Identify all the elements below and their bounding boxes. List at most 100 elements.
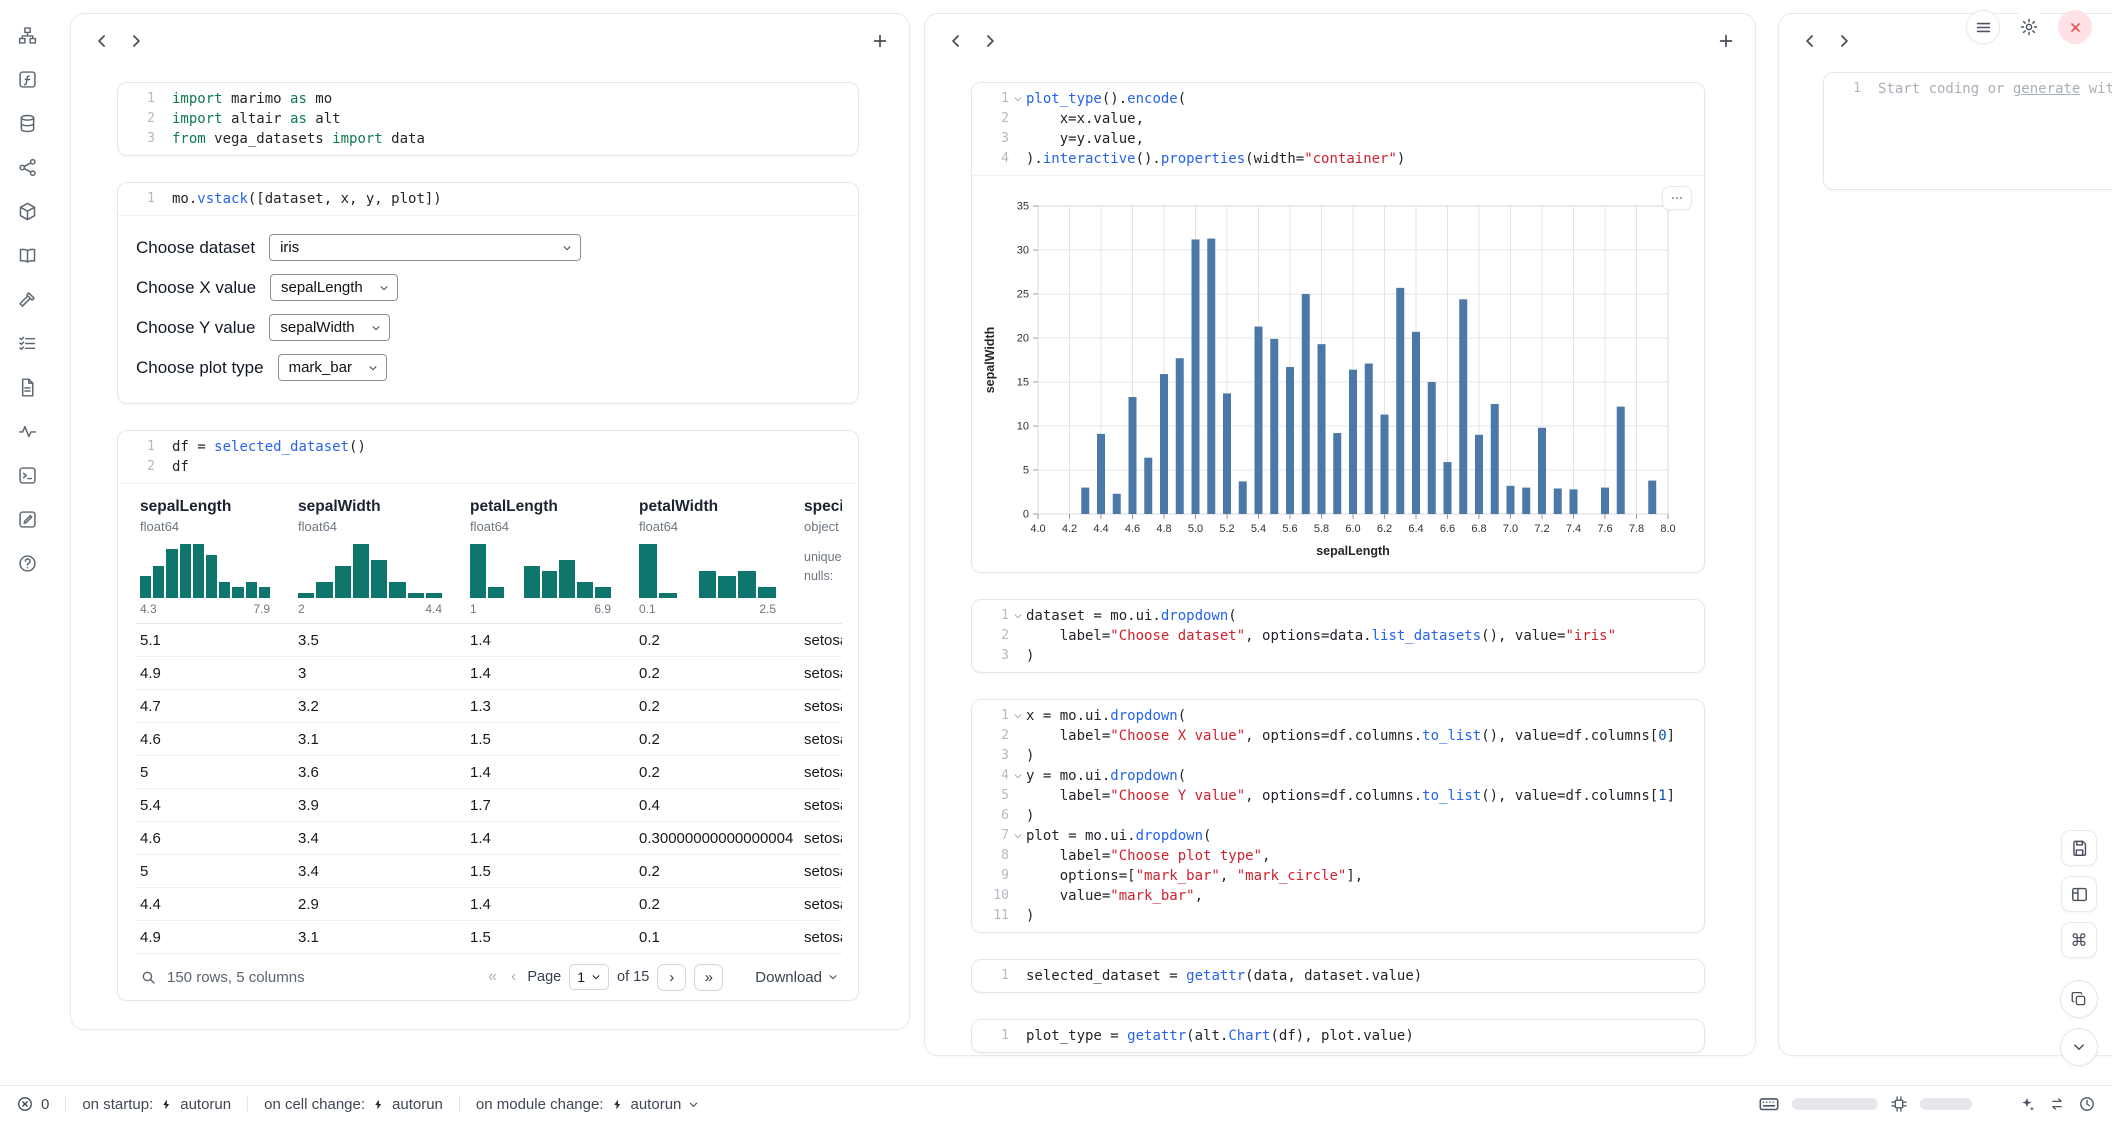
code-line[interactable]: 3 y=y.value, [972, 129, 1696, 149]
runtime-on-module-change[interactable]: on module change: autorun [476, 1096, 699, 1113]
sidebar-pen-square-button[interactable] [12, 504, 42, 534]
settings-button[interactable] [2012, 10, 2046, 44]
search-icon[interactable] [140, 969, 157, 986]
last-page-button[interactable]: » [694, 964, 723, 991]
panel-layout-button[interactable] [2061, 876, 2097, 912]
notebook-cell-plot_type[interactable]: 1plot_type = getattr(alt.Chart(df), plot… [971, 1019, 1705, 1053]
column-move-right-button[interactable] [121, 26, 151, 56]
code-line[interactable]: 1selected_dataset = getattr(data, datase… [972, 966, 1696, 986]
code-line[interactable]: 1plot_type = getattr(alt.Chart(df), plot… [972, 1026, 1696, 1046]
sidebar-activity-button[interactable] [12, 416, 42, 446]
column-histogram[interactable] [140, 544, 284, 598]
notebook-cell-vstack[interactable]: 1mo.vstack([dataset, x, y, plot])Choose … [117, 182, 859, 404]
table-row[interactable]: 53.41.50.2setosa [136, 855, 842, 888]
first-page-button[interactable]: « [485, 968, 500, 986]
choose-plot-type-select[interactable]: mark_bar [278, 354, 387, 381]
code-editor[interactable]: 1df = selected_dataset()2df [118, 431, 858, 483]
sidebar-hammer-button[interactable] [12, 284, 42, 314]
empty-code-cell[interactable]: 1 Start coding or generate with AI. [1823, 72, 2112, 190]
code-editor[interactable]: 1plot_type().encode(2 x=x.value,3 y=y.va… [972, 83, 1704, 175]
sidebar-book-open-button[interactable] [12, 240, 42, 270]
table-row[interactable]: 4.63.11.50.2setosa [136, 723, 842, 756]
table-row[interactable]: 5.13.51.40.2setosa [136, 624, 842, 657]
keyboard-icon[interactable] [1758, 1093, 1780, 1115]
code-line[interactable]: 2df [118, 457, 850, 477]
column-move-right-button[interactable] [975, 26, 1005, 56]
notebook-cell-imports[interactable]: 1import marimo as mo2import altair as al… [117, 82, 859, 156]
code-line[interactable]: 2import altair as alt [118, 109, 850, 129]
code-editor[interactable]: 1selected_dataset = getattr(data, datase… [972, 960, 1704, 992]
runtime-on-startup[interactable]: on startup: autorun [82, 1096, 231, 1113]
runtime-on-cell-change[interactable]: on cell change: autorun [264, 1096, 443, 1113]
error-indicator[interactable]: 0 [16, 1095, 49, 1113]
choose-y-value-select[interactable]: sepalWidth [269, 314, 389, 341]
download-button[interactable]: Download [755, 969, 838, 986]
save-notebook-button[interactable] [2061, 830, 2097, 866]
code-editor[interactable]: 1import marimo as mo2import altair as al… [118, 83, 858, 155]
code-line[interactable]: 1plot_type().encode( [972, 89, 1696, 109]
code-line[interactable]: 11) [972, 906, 1696, 926]
code-line[interactable]: 6) [972, 806, 1696, 826]
add-cell-button[interactable] [865, 26, 895, 56]
page-select[interactable]: 1 [569, 964, 609, 990]
code-line[interactable]: 8 label="Choose plot type", [972, 846, 1696, 866]
code-line[interactable]: 2 label="Choose dataset", options=data.l… [972, 626, 1696, 646]
notebook-cell-dropdowns[interactable]: 1x = mo.ui.dropdown(2 label="Choose X va… [971, 699, 1705, 933]
code-line[interactable]: 4y = mo.ui.dropdown( [972, 766, 1696, 786]
code-line[interactable]: 3) [972, 746, 1696, 766]
code-line[interactable]: 1import marimo as mo [118, 89, 850, 109]
sidebar-list-checks-button[interactable] [12, 328, 42, 358]
code-editor[interactable]: 1 Start coding or generate with AI. [1824, 73, 2112, 105]
code-line[interactable]: 1dataset = mo.ui.dropdown( [972, 606, 1696, 626]
code-line[interactable]: 1 Start coding or generate with AI. [1824, 79, 2112, 99]
altair-bar-chart[interactable]: 4.04.24.44.64.85.05.25.45.65.86.06.26.46… [980, 192, 1684, 564]
code-editor[interactable]: 1mo.vstack([dataset, x, y, plot]) [118, 183, 858, 215]
table-row[interactable]: 5.43.91.70.4setosa [136, 789, 842, 822]
add-cell-button[interactable] [1711, 26, 1741, 56]
notebook-cell-selected[interactable]: 1selected_dataset = getattr(data, datase… [971, 959, 1705, 993]
column-histogram[interactable] [470, 544, 625, 598]
previous-page-button[interactable]: ‹ [508, 968, 519, 986]
next-page-button[interactable]: › [657, 964, 686, 991]
swap-arrows-icon[interactable] [2048, 1095, 2066, 1113]
code-line[interactable]: 9 options=["mark_bar", "mark_circle"], [972, 866, 1696, 886]
generate-with-ai-link[interactable]: generate [2013, 81, 2080, 97]
sidebar-database-button[interactable] [12, 108, 42, 138]
shutdown-button[interactable] [2058, 10, 2092, 44]
table-row[interactable]: 4.63.41.40.30000000000000004setosa [136, 822, 842, 855]
column-move-left-button[interactable] [941, 26, 971, 56]
clock-icon[interactable] [2078, 1095, 2096, 1113]
code-line[interactable]: 4).interactive().properties(width="conta… [972, 149, 1696, 169]
table-row[interactable]: 4.42.91.40.2setosa [136, 888, 842, 921]
column-histogram[interactable] [298, 544, 456, 598]
scroll-to-bottom-button[interactable] [2060, 1028, 2098, 1066]
cell-actions-button[interactable] [1662, 186, 1692, 210]
sidebar-file-tree-button[interactable] [12, 20, 42, 50]
column-move-left-button[interactable] [87, 26, 117, 56]
sidebar-package-button[interactable] [12, 196, 42, 226]
sidebar-share-nodes-button[interactable] [12, 152, 42, 182]
code-line[interactable]: 7plot = mo.ui.dropdown( [972, 826, 1696, 846]
sparkles-icon[interactable] [2018, 1095, 2036, 1113]
code-editor[interactable]: 1plot_type = getattr(alt.Chart(df), plot… [972, 1020, 1704, 1052]
code-line[interactable]: 3from vega_datasets import data [118, 129, 850, 149]
column-histogram[interactable] [639, 544, 790, 598]
code-editor[interactable]: 1dataset = mo.ui.dropdown(2 label="Choos… [972, 600, 1704, 672]
code-line[interactable]: 1mo.vstack([dataset, x, y, plot]) [118, 189, 850, 209]
sidebar-help-circle-button[interactable] [12, 548, 42, 578]
sidebar-file-text-button[interactable] [12, 372, 42, 402]
notebook-menu-button[interactable] [1966, 10, 2000, 44]
choose-dataset-select[interactable]: iris [269, 234, 581, 261]
code-line[interactable]: 2 x=x.value, [972, 109, 1696, 129]
choose-x-value-select[interactable]: sepalLength [270, 274, 398, 301]
code-line[interactable]: 1df = selected_dataset() [118, 437, 850, 457]
minimap-button[interactable] [2060, 980, 2098, 1018]
notebook-cell-df[interactable]: 1df = selected_dataset()2dfsepalLengthfl… [117, 430, 859, 1001]
table-row[interactable]: 4.931.40.2setosa [136, 657, 842, 690]
code-editor[interactable]: 1x = mo.ui.dropdown(2 label="Choose X va… [972, 700, 1704, 932]
code-line[interactable]: 1x = mo.ui.dropdown( [972, 706, 1696, 726]
code-line[interactable]: 5 label="Choose Y value", options=df.col… [972, 786, 1696, 806]
code-line[interactable]: 10 value="mark_bar", [972, 886, 1696, 906]
sidebar-terminal-box-button[interactable] [12, 460, 42, 490]
command-palette-button[interactable]: ⌘ [2061, 922, 2097, 958]
